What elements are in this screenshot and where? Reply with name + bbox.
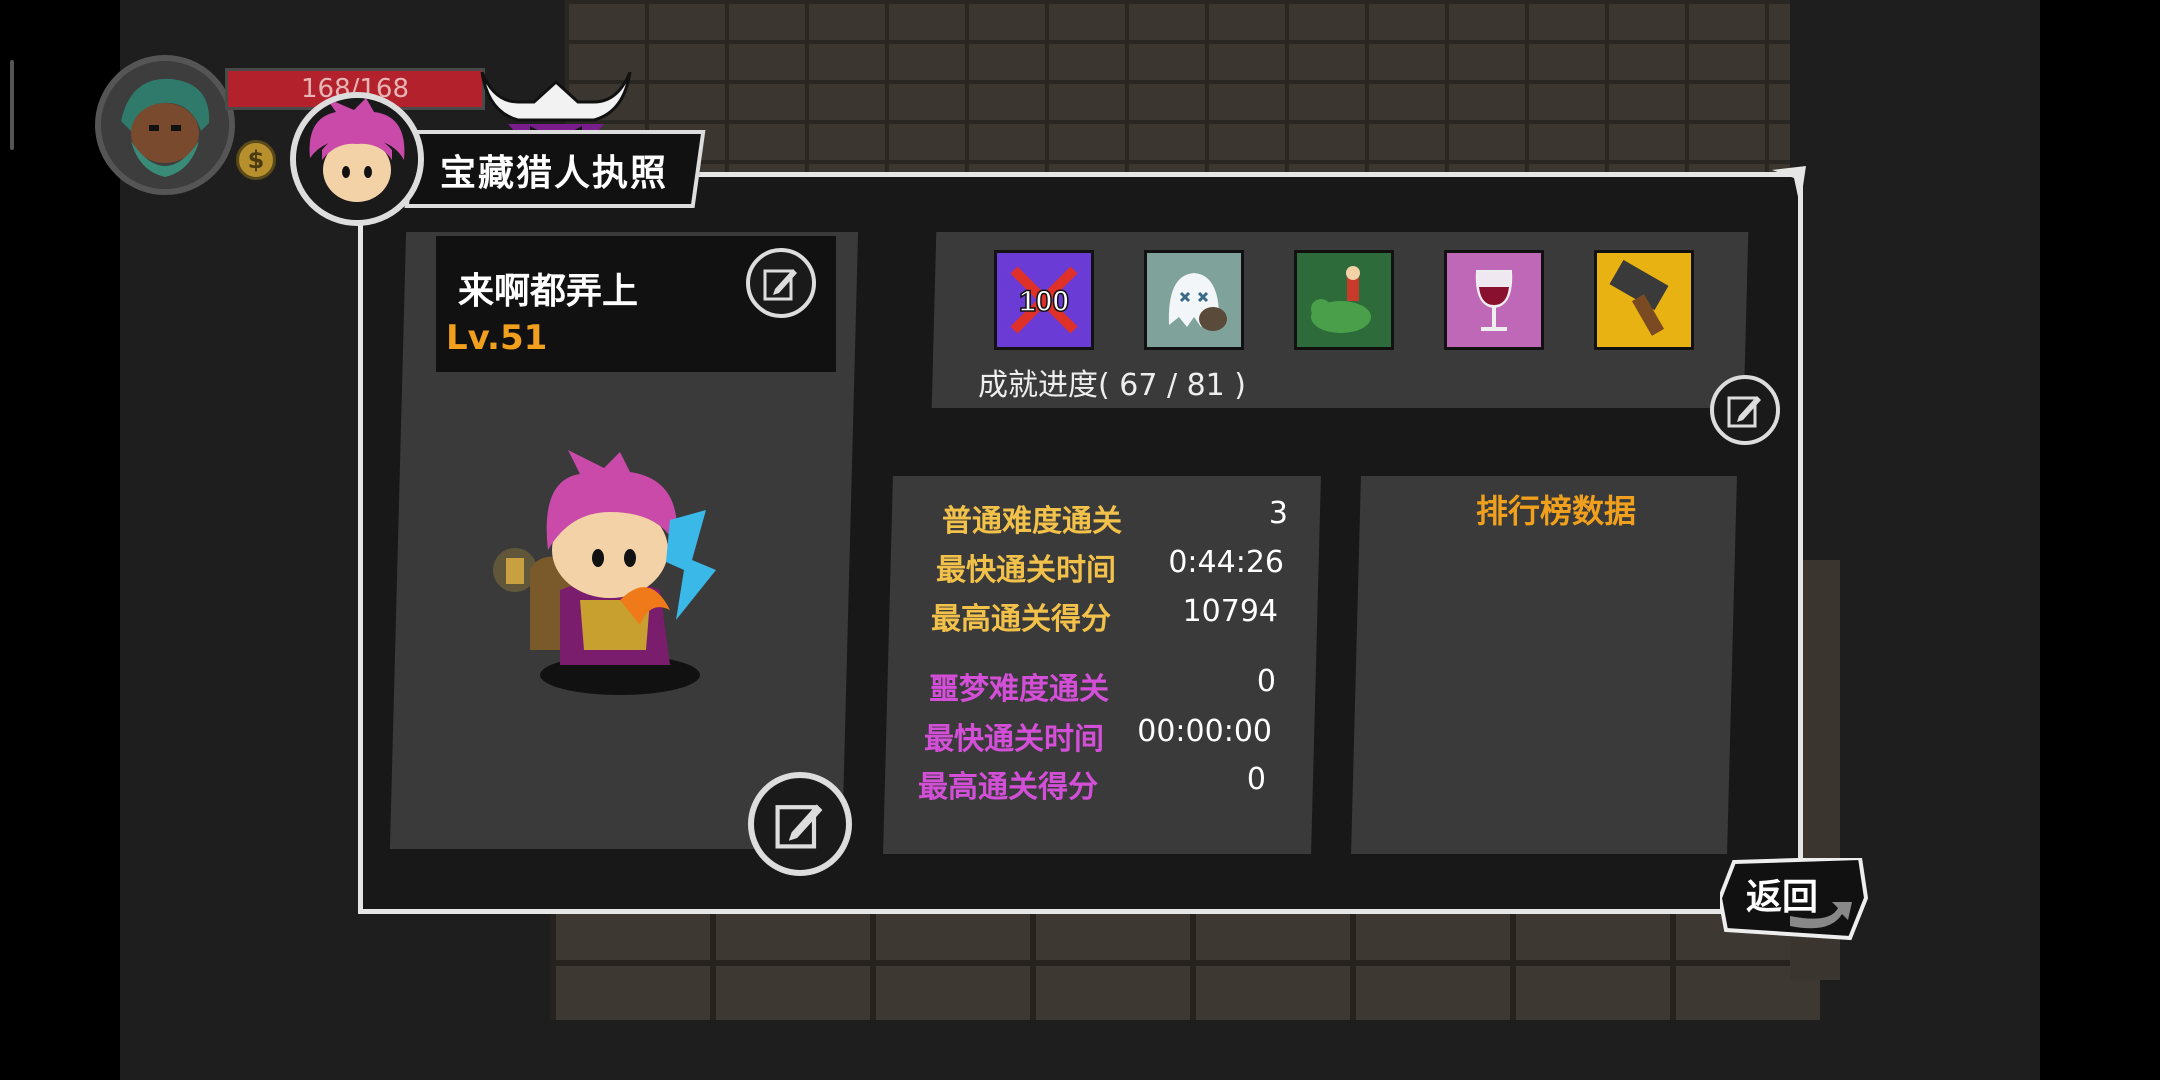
hud-player-portrait[interactable] — [95, 55, 235, 195]
nightmare-fastest-time-value: 00:00:00 — [1137, 714, 1272, 749]
achievement-100-label: 100 — [1019, 285, 1069, 318]
normal-clears-value: 3 — [1268, 496, 1288, 531]
page-title: 宝藏猎人执照 — [440, 153, 669, 194]
nightmare-clears-value: 0 — [1256, 664, 1276, 699]
screen-edge-indicator — [10, 60, 14, 150]
normal-fastest-time-label: 最快通关时间 — [936, 553, 1116, 588]
back-button-label[interactable]: 返回 — [1746, 868, 1818, 920]
ghost-achievement-icon[interactable] — [1144, 250, 1244, 350]
player-level: Lv.51 — [446, 318, 548, 358]
panel-corner-ornament — [1772, 166, 1806, 206]
title-avatar — [290, 92, 424, 226]
edit-icon — [1727, 396, 1761, 428]
bearded-hero-icon — [101, 61, 229, 189]
dino-rider-achievement-icon[interactable] — [1294, 250, 1394, 350]
edit-achievements-button[interactable] — [1710, 375, 1780, 445]
nightmare-high-score-value: 0 — [1246, 762, 1266, 797]
normal-clears-label: 普通难度通关 — [942, 504, 1122, 539]
achievement-progress: 成就进度( 67 / 81 ) — [978, 368, 1247, 403]
leaderboard-card — [1351, 476, 1737, 854]
hero-character-sprite — [493, 450, 716, 695]
coin-icon: $ — [236, 140, 276, 180]
pink-hair-hero-icon — [296, 98, 418, 220]
hundred-kills-achievement-icon[interactable]: 100 — [994, 250, 1094, 350]
nightmare-clears-label: 噩梦难度通关 — [929, 672, 1109, 707]
leaderboard-title: 排行榜数据 — [1476, 492, 1637, 530]
normal-high-score-label: 最高通关得分 — [931, 602, 1111, 637]
hammer-achievement-icon[interactable] — [1594, 250, 1694, 350]
nightmare-high-score-label: 最高通关得分 — [918, 770, 1098, 805]
stone-floor — [550, 900, 1820, 1020]
normal-fastest-time-value: 0:44:26 — [1168, 545, 1284, 580]
nightmare-fastest-time-label: 最快通关时间 — [924, 722, 1104, 757]
edit-icon — [763, 269, 797, 301]
player-name: 来啊都弄上 — [458, 271, 639, 312]
normal-high-score-value: 10794 — [1182, 594, 1278, 629]
edit-name-button[interactable] — [746, 248, 816, 318]
edit-avatar-button[interactable] — [748, 772, 852, 876]
wine-glass-achievement-icon[interactable] — [1444, 250, 1544, 350]
edit-icon — [775, 804, 823, 849]
